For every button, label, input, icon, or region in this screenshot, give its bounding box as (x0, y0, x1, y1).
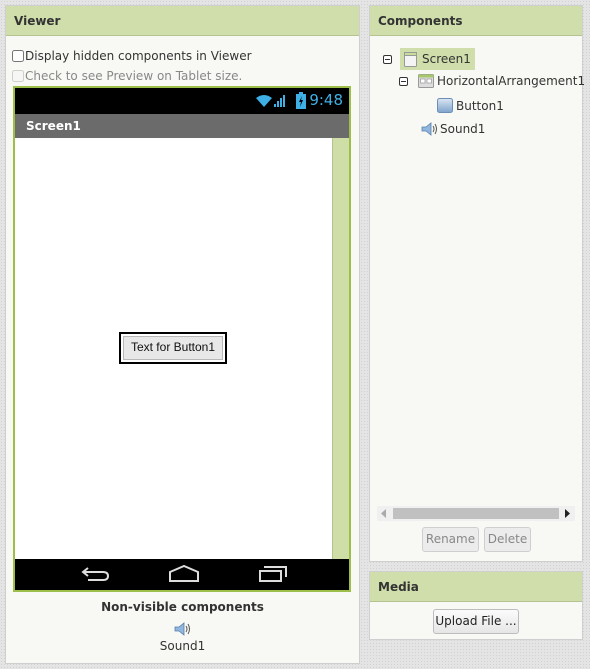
display-hidden-label: Display hidden components in Viewer (25, 49, 252, 63)
phone-nav-bar (15, 559, 349, 590)
media-panel: Media Upload File ... (369, 571, 583, 640)
tree-item-selection: Screen1 (400, 48, 475, 70)
nonvisible-item-label: Sound1 (159, 639, 206, 653)
tree-item-screen1[interactable]: Screen1 (383, 48, 475, 70)
upload-file-button[interactable]: Upload File ... (433, 609, 519, 634)
collapse-toggle[interactable] (383, 54, 392, 64)
tree-item-label: Sound1 (440, 122, 486, 136)
collapse-toggle[interactable] (399, 76, 408, 86)
tree-item-horizontalarrangement1[interactable]: HorizontalArrangement1 (399, 74, 585, 88)
delete-button[interactable]: Delete (484, 527, 531, 552)
nonvisible-item[interactable]: Sound1 (6, 622, 359, 653)
tree-item-label: HorizontalArrangement1 (437, 74, 586, 88)
scrollbar-thumb[interactable] (393, 508, 559, 519)
status-time: 9:48 (309, 91, 343, 109)
screen-scroll-strip (332, 138, 349, 559)
display-hidden-row[interactable]: Display hidden components in Viewer (12, 49, 252, 63)
button1-preview[interactable]: Text for Button1 (119, 332, 227, 364)
rename-button[interactable]: Rename (422, 527, 479, 552)
button-icon (437, 98, 453, 113)
media-header: Media (370, 572, 582, 602)
screen-canvas[interactable]: Text for Button1 (15, 138, 349, 559)
screen-title-bar: Screen1 (15, 114, 349, 138)
tablet-preview-row[interactable]: Check to see Preview on Tablet size. (12, 69, 242, 83)
speaker-icon (421, 122, 437, 136)
speaker-icon (174, 622, 190, 636)
tree-item-label: Screen1 (422, 52, 471, 66)
components-panel: Components Screen1 HorizontalArrangement… (369, 5, 585, 562)
wifi-signal-icon (256, 95, 285, 107)
recent-apps-icon (259, 566, 287, 582)
tablet-preview-label: Check to see Preview on Tablet size. (25, 69, 243, 83)
display-hidden-checkbox[interactable] (12, 50, 24, 62)
tree-item-button1[interactable]: Button1 (437, 98, 504, 113)
nonvisible-components-title: Non-visible components (101, 600, 264, 614)
viewer-panel: Viewer Display hidden components in View… (5, 5, 360, 664)
tree-item-label: Button1 (456, 98, 504, 113)
horizontal-arrangement-icon (418, 74, 434, 88)
battery-icon (296, 92, 306, 109)
tree-horizontal-scrollbar[interactable] (377, 506, 575, 521)
scroll-left-icon[interactable] (381, 509, 387, 518)
phone-status-bar: 9:48 (15, 88, 349, 114)
button1-text: Text for Button1 (123, 336, 223, 360)
viewer-header: Viewer (6, 6, 359, 36)
components-header: Components (370, 6, 582, 36)
scroll-right-icon[interactable] (565, 509, 571, 518)
tablet-preview-checkbox[interactable] (12, 70, 24, 82)
screen-icon (404, 51, 417, 67)
back-icon (81, 567, 110, 581)
tree-item-sound1[interactable]: Sound1 (421, 122, 485, 136)
phone-preview: 9:48 Screen1 Text for Button1 (13, 86, 351, 592)
home-icon (169, 565, 199, 582)
